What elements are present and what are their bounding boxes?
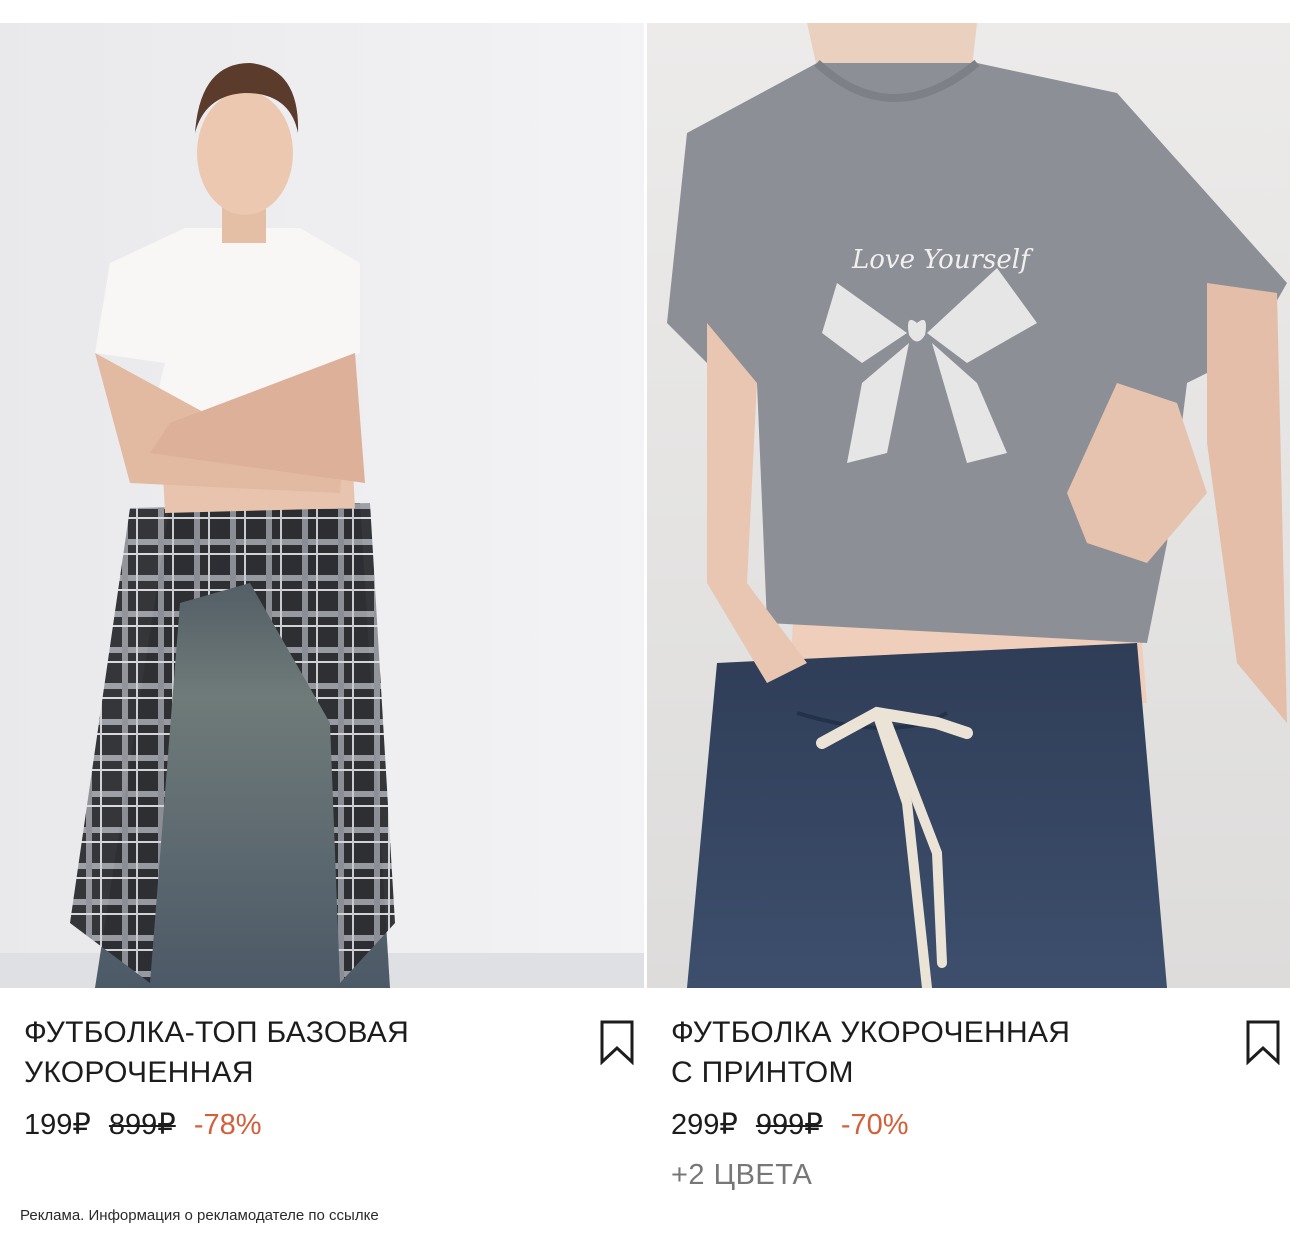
product-title-line: ФУТБОЛКА-ТОП БАЗОВАЯ	[24, 1016, 410, 1049]
product-title[interactable]: ФУТБОЛКА УКОРОЧЕННАЯ С ПРИНТОМ	[671, 1013, 1211, 1093]
discount-badge: -78%	[193, 1109, 262, 1141]
product-title-line: С ПРИНТОМ	[671, 1056, 854, 1089]
product-title[interactable]: ФУТБОЛКА-ТОП БАЗОВАЯ УКОРОЧЕННАЯ	[24, 1013, 564, 1093]
bookmark-icon[interactable]	[1245, 1019, 1281, 1065]
current-price: 199₽	[24, 1109, 91, 1141]
bookmark-outline-icon	[600, 1020, 634, 1065]
bookmark-outline-icon	[1246, 1020, 1280, 1065]
price-row: 199₽ 899₽ -78%	[24, 1106, 262, 1144]
current-price: 299₽	[671, 1109, 738, 1141]
bookmark-icon[interactable]	[599, 1019, 635, 1065]
product-grid: ФУТБОЛКА-ТОП БАЗОВАЯ УКОРОЧЕННАЯ 199₽ 89…	[0, 0, 1290, 1238]
product-image[interactable]	[0, 23, 644, 988]
old-price: 899₽	[108, 1109, 176, 1141]
product-title-line: ФУТБОЛКА УКОРОЧЕННАЯ	[671, 1016, 1071, 1049]
product-title-line: УКОРОЧЕННАЯ	[24, 1056, 254, 1089]
discount-badge: -70%	[840, 1109, 909, 1141]
print-text: Love Yourself	[851, 245, 1034, 275]
price-row: 299₽ 999₽ -70%	[671, 1106, 909, 1144]
product-photo-illustration: Love Yourself	[647, 23, 1290, 988]
more-colors-link[interactable]: +2 ЦВЕТА	[671, 1156, 812, 1194]
old-price: 999₽	[755, 1109, 823, 1141]
ad-disclaimer-link[interactable]: Реклама. Информация о рекламодателе по с…	[20, 1206, 379, 1226]
product-photo-illustration	[0, 23, 644, 988]
product-image[interactable]: Love Yourself	[647, 23, 1290, 988]
